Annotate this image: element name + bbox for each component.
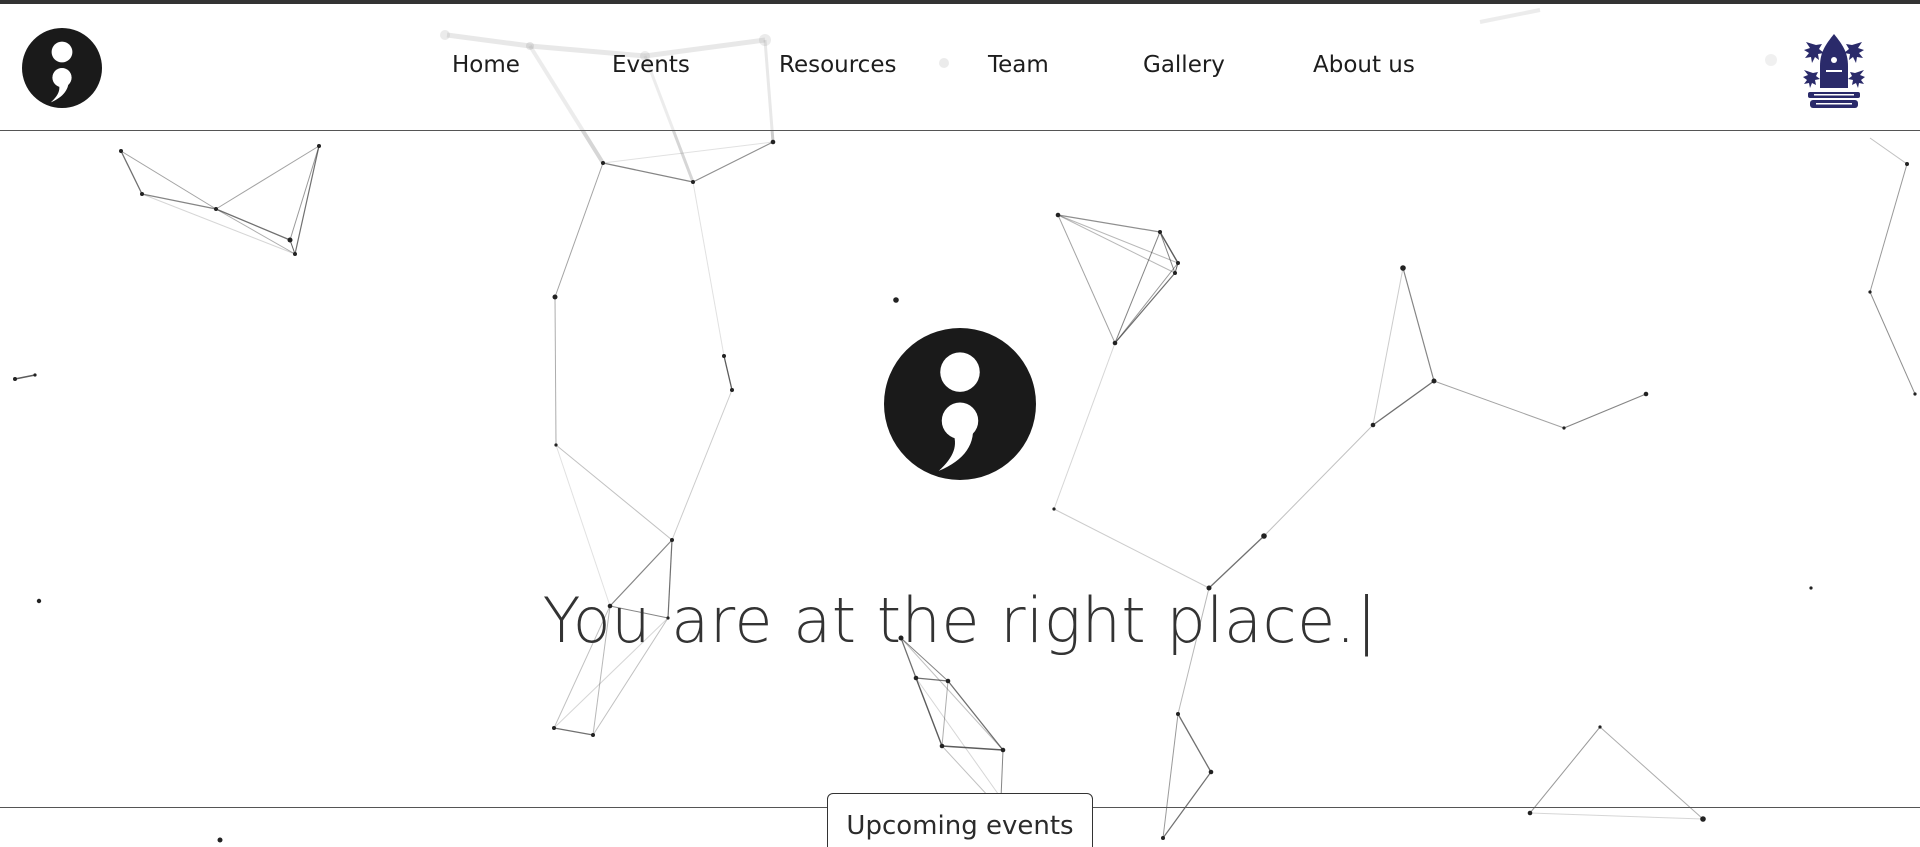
typing-caret: | <box>1355 584 1378 657</box>
top-navbar: Home Events Resources Team Gallery About… <box>0 4 1920 131</box>
nav-link-resources[interactable]: Resources <box>779 52 896 78</box>
hero-tagline: You are at the right place.| <box>0 584 1920 657</box>
nav-link-home[interactable]: Home <box>452 52 520 78</box>
hero-semicolon-logo-icon <box>884 328 1036 480</box>
institution-crest-icon[interactable] <box>1796 30 1872 112</box>
nav-link-events[interactable]: Events <box>612 52 690 78</box>
nav-link-about-us[interactable]: About us <box>1313 52 1415 78</box>
primary-nav: Home Events Resources Team Gallery About… <box>0 4 1920 131</box>
upcoming-events-button[interactable]: Upcoming events <box>827 793 1093 847</box>
hero-tagline-text: You are at the right place. <box>542 584 1356 657</box>
nav-link-team[interactable]: Team <box>988 52 1049 78</box>
nav-link-gallery[interactable]: Gallery <box>1143 52 1225 78</box>
